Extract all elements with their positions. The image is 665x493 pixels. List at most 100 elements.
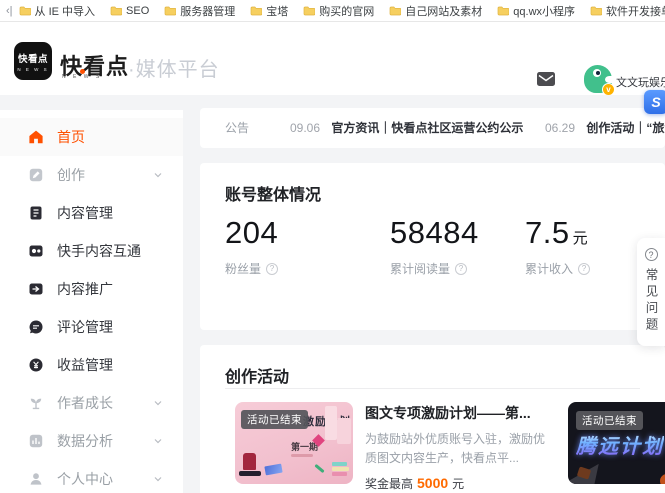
- username-label[interactable]: 文文玩娱乐: [616, 74, 665, 90]
- reward-amount: 5000: [417, 475, 448, 491]
- bookmark-label: 宝塔: [266, 3, 288, 19]
- activity-row: 活动已结束 激励计划 第一期 图文专项激励计划——第... 为鼓励站外优质账号入…: [235, 402, 665, 492]
- decor-sphere: [660, 474, 665, 484]
- activity-thumbnail-tengyuan-plan[interactable]: 活动已结束 腾远计划: [568, 402, 665, 484]
- decor-book-stack: [332, 467, 349, 471]
- help-circle-icon[interactable]: ?: [578, 263, 590, 275]
- sidebar-item-kuaishou-sync[interactable]: 快手内容互通: [0, 232, 183, 270]
- bookmark-label: 从 IE 中导入: [35, 3, 96, 19]
- announcement-bar: 公告 09.06 官方资讯｜快看点社区运营公约公示 06.29 创作活动｜“旅游: [200, 108, 665, 148]
- folder-icon: [250, 6, 262, 16]
- thumbnail-heading: 腾远计划: [576, 430, 664, 459]
- browser-extension-icon[interactable]: S: [644, 90, 665, 114]
- decor-book-stack: [332, 472, 347, 476]
- sidebar-item-comment-management[interactable]: 评论管理: [0, 308, 183, 346]
- section-divider: [225, 388, 640, 389]
- logo-subtext: N E W S: [17, 67, 48, 72]
- bookmarks-scroll-left-icon[interactable]: ‹|: [6, 5, 13, 17]
- bookmark-label: SEO: [126, 5, 149, 17]
- sidebar-item-label: 个人中心: [57, 469, 113, 489]
- bookmark-item[interactable]: SEO: [110, 5, 149, 17]
- sidebar-nav: 首页 创作 内容管理 快手内容互通 内容推广 评论管理 收益管理 作者成长 数据…: [0, 110, 183, 493]
- sidebar-item-label: 评论管理: [57, 317, 113, 337]
- bookmark-label: 服务器管理: [180, 3, 235, 19]
- document-icon: [28, 205, 44, 221]
- kuaishou-icon: [28, 243, 44, 259]
- reward-prefix: 奖金最高: [365, 475, 413, 492]
- chevron-down-icon: [153, 170, 163, 180]
- decor-figure: [243, 453, 256, 470]
- bookmark-item[interactable]: qq.wx小程序: [497, 3, 575, 19]
- announcement-date: 06.29: [545, 121, 575, 135]
- logo-text: 快看点: [18, 51, 48, 65]
- user-avatar[interactable]: v: [584, 65, 612, 93]
- activity-thumbnail-incentive-plan[interactable]: 活动已结束 激励计划 第一期: [235, 402, 353, 484]
- thumbnail-dates-decor: [291, 454, 313, 457]
- announcement-label: 公告: [225, 108, 249, 148]
- activities-section-title: 创作活动: [225, 363, 289, 387]
- sidebar-item-content-promotion[interactable]: 内容推广: [0, 270, 183, 308]
- decor-book: [264, 464, 282, 476]
- bookmark-item[interactable]: 购买的官网: [303, 3, 374, 19]
- mail-icon[interactable]: [537, 72, 555, 86]
- comment-icon: [28, 319, 44, 335]
- bookmark-item[interactable]: 自己网站及素材: [389, 3, 482, 19]
- folder-icon: [497, 6, 509, 16]
- sidebar-item-personal-center[interactable]: 个人中心: [0, 460, 183, 493]
- bookmark-item[interactable]: 软件开发接单: [590, 3, 665, 19]
- announcement-item[interactable]: 09.06 官方资讯｜快看点社区运营公约公示: [290, 108, 523, 148]
- faq-floating-widget[interactable]: ? 常见问题: [637, 238, 665, 346]
- sprout-icon: [28, 395, 44, 411]
- stat-total-income: 7.5元 累计收入 ?: [525, 215, 590, 277]
- folder-icon: [110, 6, 122, 16]
- announcement-text: 创作活动｜“旅游: [586, 121, 665, 135]
- browser-bookmarks-bar: ‹| 从 IE 中导入 SEO 服务器管理 宝塔 购买的官网 自己网站及素材 q…: [0, 0, 665, 22]
- sidebar-item-home[interactable]: 首页: [0, 118, 183, 156]
- app-header: 快看点 N E W S 快看点 N E W S ·媒体平台 v 文文玩娱乐 S: [0, 22, 665, 95]
- sidebar-item-label: 首页: [57, 127, 85, 147]
- bar-chart-icon: [28, 433, 44, 449]
- bookmark-item[interactable]: 从 IE 中导入: [19, 3, 96, 19]
- account-overview-title: 账号整体情况: [225, 181, 321, 205]
- platform-label: ·媒体平台: [128, 53, 220, 82]
- sidebar-item-label: 作者成长: [57, 393, 113, 413]
- bookmark-label: 自己网站及素材: [405, 3, 482, 19]
- stat-value: 58484: [390, 215, 479, 250]
- activity-info[interactable]: 图文专项激励计划——第... 为鼓励站外优质账号入驻，激励优质图文内容生产，快看…: [365, 402, 545, 492]
- arrow-right-icon: [28, 281, 44, 297]
- activity-title: 图文专项激励计划——第...: [365, 403, 545, 423]
- bookmark-label: 软件开发接单: [606, 3, 665, 19]
- avatar-mouth: [605, 76, 614, 83]
- activity-status-badge: 活动已结束: [241, 410, 308, 429]
- sidebar-item-author-growth[interactable]: 作者成长: [0, 384, 183, 422]
- help-circle-icon[interactable]: ?: [455, 263, 467, 275]
- sidebar-item-data-analytics[interactable]: 数据分析: [0, 422, 183, 460]
- sidebar-item-content-management[interactable]: 内容管理: [0, 194, 183, 232]
- reward-unit: 元: [452, 475, 464, 492]
- bookmark-item[interactable]: 服务器管理: [164, 3, 235, 19]
- bookmark-label: 购买的官网: [319, 3, 374, 19]
- stat-label: 累计阅读量: [390, 260, 450, 277]
- folder-icon: [590, 6, 602, 16]
- sidebar-item-label: 收益管理: [57, 355, 113, 375]
- stat-label: 累计收入: [525, 260, 573, 277]
- stat-unit: 元: [573, 230, 588, 247]
- person-icon: [28, 471, 44, 487]
- sidebar-item-create[interactable]: 创作: [0, 156, 183, 194]
- app-logo-icon[interactable]: 快看点 N E W S: [14, 42, 52, 80]
- chevron-down-icon: [153, 474, 163, 484]
- folder-icon: [389, 6, 401, 16]
- announcement-item[interactable]: 06.29 创作活动｜“旅游: [545, 108, 665, 148]
- decor-pencil: [314, 464, 324, 473]
- folder-icon: [19, 6, 31, 16]
- sidebar-item-revenue-management[interactable]: 收益管理: [0, 346, 183, 384]
- stat-label: 粉丝量: [225, 260, 261, 277]
- stat-value: 204: [225, 215, 278, 250]
- stat-followers: 204 粉丝量 ?: [225, 215, 281, 277]
- home-icon: [28, 129, 44, 145]
- account-overview-card: 账号整体情况 204 粉丝量 ? 58484 累计阅读量 ? 7.5元 累计收入…: [200, 163, 665, 330]
- brand-subtext: N E W S: [62, 74, 102, 80]
- creation-activities-card: 创作活动 活动已结束 激励计划 第一期 图文专项激励计划——第... 为鼓励站外…: [200, 345, 665, 493]
- help-circle-icon[interactable]: ?: [266, 263, 278, 275]
- bookmark-item[interactable]: 宝塔: [250, 3, 288, 19]
